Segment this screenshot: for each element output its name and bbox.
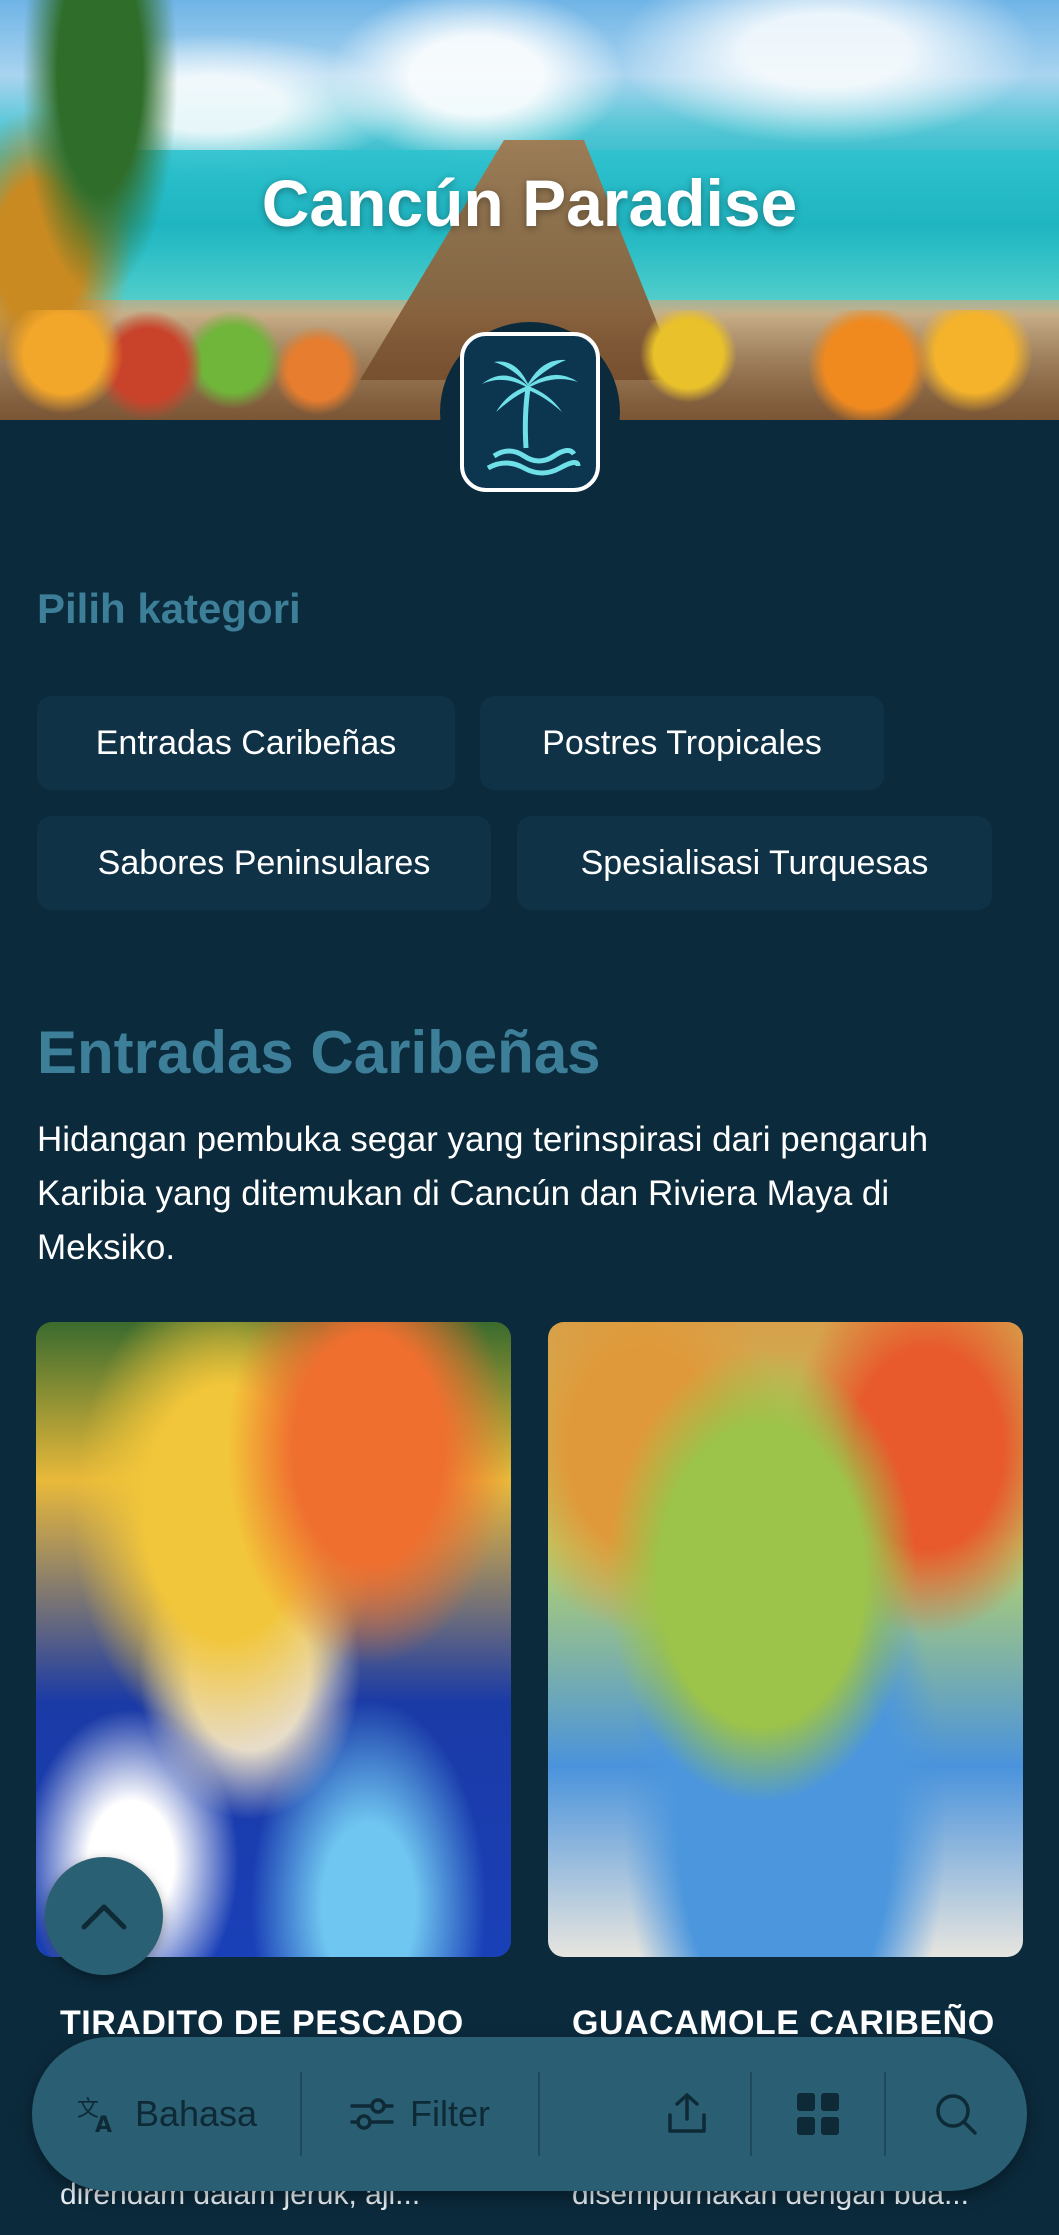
search-icon — [933, 2091, 979, 2137]
language-label: Bahasa — [134, 2093, 258, 2134]
filter-label: Filter — [410, 2093, 490, 2134]
scroll-top-button[interactable] — [45, 1857, 163, 1975]
translate-icon: 文 A — [75, 2092, 119, 2136]
dish-image-guacamole[interactable] — [548, 1322, 1023, 1957]
category-chip-entradas[interactable]: Entradas Caribeñas — [37, 696, 455, 790]
category-chip-postres[interactable]: Postres Tropicales — [480, 696, 884, 790]
restaurant-logo — [440, 322, 620, 502]
category-chip-sabores[interactable]: Sabores Peninsulares — [37, 816, 491, 910]
filter-button[interactable]: Filter — [302, 2037, 538, 2191]
grid-icon — [795, 2091, 841, 2137]
language-button[interactable]: 文 A Bahasa — [32, 2037, 300, 2191]
section-title: Entradas Caribeñas — [37, 1019, 601, 1086]
category-chip-label: Postres Tropicales — [542, 723, 822, 762]
category-chip-label: Entradas Caribeñas — [95, 723, 397, 762]
section-description: Hidangan pembuka segar yang terinspirasi… — [37, 1120, 929, 1267]
sliders-icon — [350, 2094, 394, 2134]
svg-text:A: A — [95, 2113, 112, 2136]
share-button[interactable] — [540, 2037, 750, 2191]
menu-page: Cancún Paradise Pilih kategori Entradas … — [0, 0, 1059, 2235]
category-chip-spesialisasi[interactable]: Spesialisasi Turquesas — [517, 816, 992, 910]
restaurant-title: Cancún Paradise — [261, 166, 798, 240]
chevron-up-icon — [80, 1901, 128, 1931]
search-button[interactable] — [886, 2037, 1026, 2191]
category-chip-label: Spesialisasi Turquesas — [580, 843, 929, 882]
bottom-toolbar: 文 A Bahasa Filter — [32, 2037, 1027, 2191]
grid-view-button[interactable] — [752, 2037, 884, 2191]
palm-tree-logo-icon — [460, 332, 600, 492]
share-icon — [664, 2091, 710, 2137]
category-chip-label: Sabores Peninsulares — [97, 843, 431, 882]
category-heading: Pilih kategori — [37, 585, 301, 632]
